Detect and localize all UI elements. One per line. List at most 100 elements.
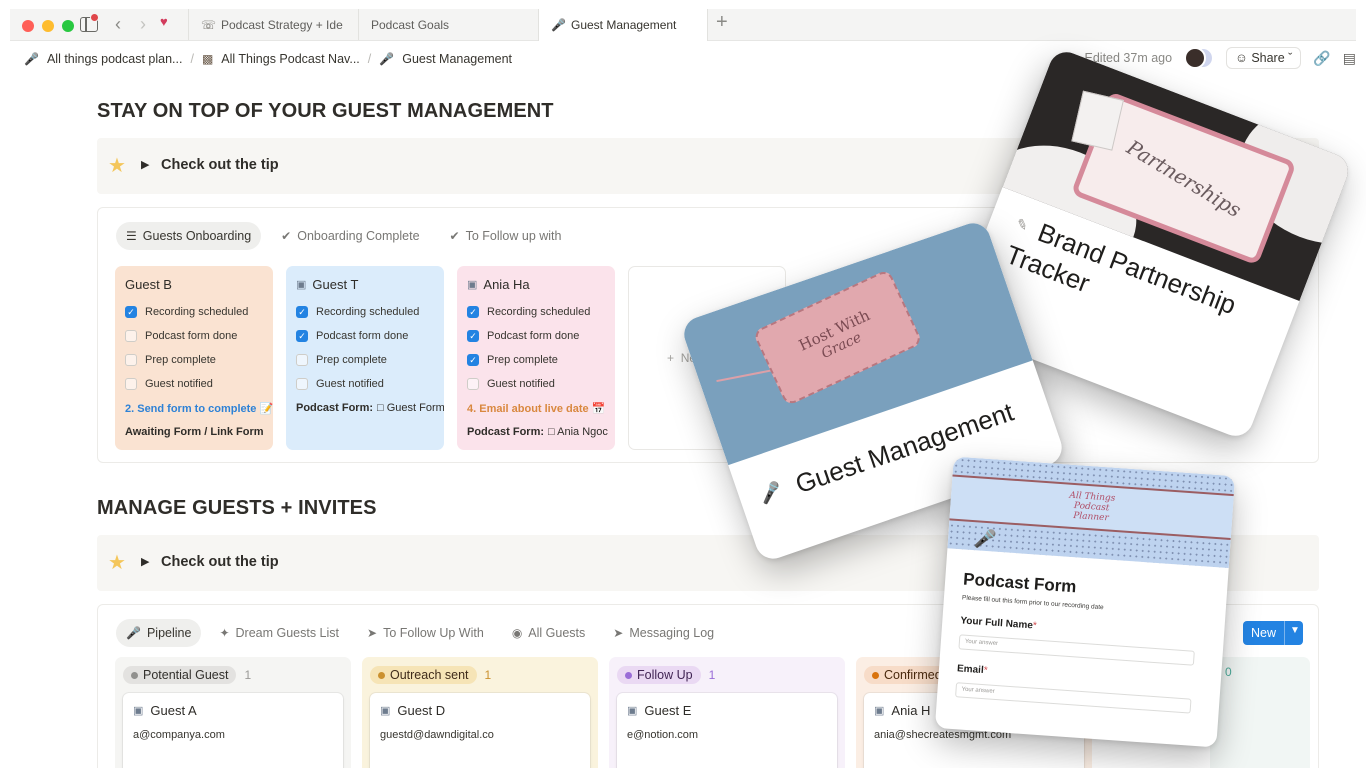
toggle-triangle-icon[interactable]: ▶ (141, 158, 149, 171)
checkbox-label: Recording scheduled (487, 306, 591, 318)
relation-label: Podcast Form: (467, 426, 545, 438)
checkbox-row[interactable]: Podcast form done (125, 324, 263, 348)
breadcrumb-item-current[interactable]: Guest Management (402, 52, 512, 66)
checkbox-row[interactable]: ✓ Podcast form done (296, 324, 434, 348)
collaborator-avatars[interactable] (1184, 47, 1215, 69)
checkbox-checked[interactable]: ✓ (296, 330, 308, 342)
field-label-text: Email (956, 663, 985, 677)
checkbox-row[interactable]: Guest notified (296, 372, 434, 396)
next-step-status: 2. Send form to complete 📝 (125, 402, 273, 415)
guest-card[interactable]: Guest B ✓ Recording scheduled Podcast for… (115, 266, 273, 450)
tip-label: Check out the tip (161, 554, 279, 570)
link-icon[interactable]: 🔗 (1313, 50, 1330, 67)
tab-all-guests[interactable]: ◉ All Guests (502, 619, 595, 647)
form-banner: All Things Podcast Planner (947, 456, 1236, 568)
checkbox-row[interactable]: ✓ Podcast form done (467, 324, 605, 348)
card-title: ▣ Guest D (380, 701, 580, 719)
checkbox-label: Guest notified (487, 378, 555, 390)
microphone-icon: 🎤 (756, 479, 785, 506)
guest-card[interactable]: ▣ Guest D guestd@dawndigital.co (370, 693, 590, 768)
checkbox-row[interactable]: ✓ Recording scheduled (467, 300, 605, 324)
close-window-button[interactable] (22, 20, 34, 32)
checkbox-checked[interactable]: ✓ (467, 306, 479, 318)
notion-window: ‹ › ♥ ☏ Podcast Strategy + Ide Podcast Go… (0, 0, 1366, 768)
tab-guest-management[interactable]: 🎤 Guest Management (538, 9, 708, 41)
view-tab-label: Messaging Log (629, 626, 715, 640)
tab-podcast-strategy[interactable]: ☏ Podcast Strategy + Ide (188, 9, 358, 40)
tab-onboarding-complete[interactable]: ✔ Onboarding Complete (271, 222, 429, 250)
tab-dream-guests[interactable]: ✦ Dream Guests List (209, 619, 349, 647)
send-icon: ➤ (367, 626, 378, 640)
minimize-window-button[interactable] (42, 20, 54, 32)
checkbox-row[interactable]: Prep complete (125, 348, 263, 372)
guest-card[interactable]: ▣ Guest E e@notion.com (617, 693, 837, 768)
chevron-down-icon[interactable]: ▼ (1284, 621, 1305, 645)
tab-guests-onboarding[interactable]: ☰ Guests Onboarding (116, 222, 262, 250)
avatar (1184, 47, 1207, 69)
checkbox-row[interactable]: Guest notified (467, 372, 605, 396)
checkbox-row[interactable]: ✓ Recording scheduled (125, 300, 263, 324)
contact-card-icon: ▣ (133, 704, 144, 717)
checkbox[interactable] (125, 330, 137, 342)
breadcrumb-item[interactable]: All Things Podcast Nav... (221, 52, 360, 66)
guest-card[interactable]: ▣ Guest A a@companya.com (123, 693, 343, 768)
next-step-status: 4. Email about live date 📅 (467, 402, 606, 415)
luggage-tag-image: Host With Grace (752, 268, 923, 407)
back-arrow-icon[interactable]: ‹ (115, 13, 121, 35)
contact-card-icon: ▣ (296, 278, 307, 291)
tab-label: Guest Management (571, 18, 677, 32)
microphone-icon: 🎤 (973, 528, 998, 550)
checkbox[interactable] (125, 378, 137, 390)
checkbox-row[interactable]: ✓ Prep complete (467, 348, 605, 372)
view-tab-label: All Guests (528, 626, 586, 640)
tab-podcast-goals[interactable]: Podcast Goals (358, 9, 538, 40)
full-name-field[interactable]: Your answer (958, 634, 1195, 666)
new-tab-button[interactable]: + (716, 11, 728, 34)
column-count: 1 (708, 668, 716, 682)
checkbox-checked[interactable]: ✓ (125, 306, 137, 318)
status-badge: Confirmed (864, 666, 950, 684)
comment-icon[interactable]: ▤ (1343, 50, 1356, 67)
checkbox[interactable] (296, 354, 308, 366)
checkbox-row[interactable]: Guest notified (125, 372, 263, 396)
checkbox-row[interactable]: ✓ Recording scheduled (296, 300, 434, 324)
tip-label: Check out the tip (161, 157, 279, 173)
person-circle-icon: ◉ (511, 626, 523, 640)
breadcrumb-item[interactable]: All things podcast plan... (47, 52, 183, 66)
forward-arrow-icon[interactable]: › (140, 13, 146, 35)
page-link[interactable]: □ Guest Form (377, 402, 444, 414)
toggle-triangle-icon[interactable]: ▶ (141, 555, 149, 568)
maximize-window-button[interactable] (62, 20, 74, 32)
checkbox-checked[interactable]: ✓ (467, 330, 479, 342)
checkbox-row[interactable]: Prep complete (296, 348, 434, 372)
checkbox-checked[interactable]: ✓ (296, 306, 308, 318)
checkbox-label: Guest notified (316, 378, 384, 390)
checkbox[interactable] (125, 354, 137, 366)
tab-messaging-log[interactable]: ➤ Messaging Log (603, 619, 724, 647)
email-field[interactable]: Your answer (955, 682, 1192, 714)
podcast-form-relation: Podcast Form: □ Guest Form (296, 396, 444, 420)
checkbox[interactable] (296, 378, 308, 390)
column-header: Outreach sent 1 (370, 665, 590, 685)
field-label: Your Full Name* (959, 615, 1038, 632)
podcast-icon: ☏ (201, 18, 217, 32)
contact-card-icon: ▣ (380, 704, 391, 717)
new-entry-button[interactable]: New ▼ (1243, 621, 1303, 645)
page-link[interactable]: □ Ania Ngoc (548, 426, 608, 438)
checkbox-label: Prep complete (145, 354, 216, 366)
tab-pipeline[interactable]: 🎤 Pipeline (116, 619, 202, 647)
favorite-heart-icon[interactable]: ♥ (160, 14, 168, 29)
tab-to-follow-up[interactable]: ✔ To Follow up with (440, 222, 572, 250)
card-title: ▣ Guest T (296, 275, 434, 293)
tab-follow-up[interactable]: ➤ To Follow Up With (357, 619, 494, 647)
guest-card[interactable]: ▣ Guest T ✓ Recording scheduled ✓ Podcast f… (286, 266, 444, 450)
guest-card[interactable]: ▣ Ania Ha ✓ Recording scheduled ✓ Podcast f… (457, 266, 615, 450)
podcast-form-template-card: All Things Podcast Planner 🎤 Podcast For… (934, 456, 1236, 748)
checkbox-checked[interactable]: ✓ (467, 354, 479, 366)
field-label: Email* (956, 663, 988, 677)
checkbox[interactable] (467, 378, 479, 390)
breadcrumb-separator: / (367, 52, 372, 66)
contact-card-icon: ▣ (874, 704, 885, 717)
share-button[interactable]: ☺ Share ˇ (1226, 47, 1302, 69)
field-label-text: Your Full Name (959, 615, 1034, 632)
